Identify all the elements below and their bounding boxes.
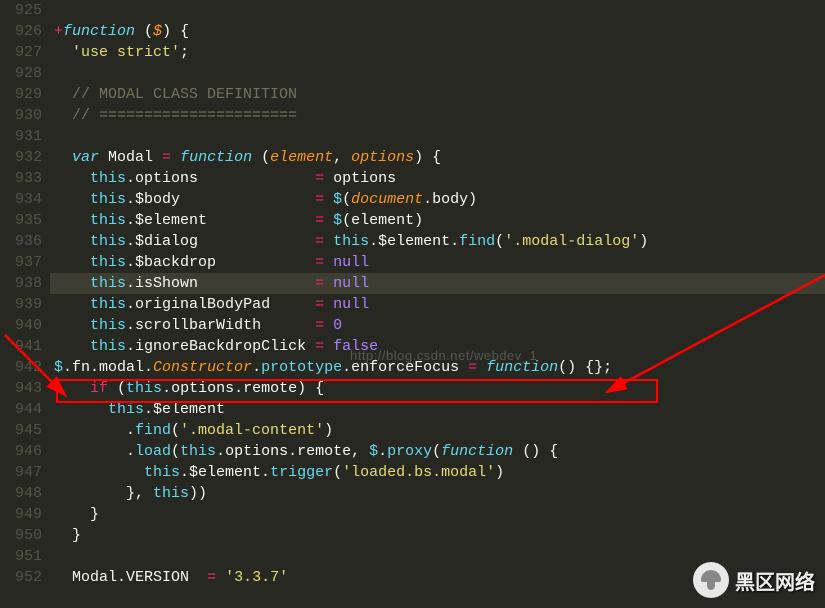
watermark-text: http://blog.csdn.net/webdev_1 (350, 348, 537, 363)
line-number: 950 (0, 525, 42, 546)
code-line[interactable]: .load(this.options.remote, $.proxy(funct… (50, 441, 825, 462)
line-number: 949 (0, 504, 42, 525)
line-number: 928 (0, 63, 42, 84)
line-number: 925 (0, 0, 42, 21)
code-line[interactable] (50, 0, 825, 21)
code-line[interactable]: .find('.modal-content') (50, 420, 825, 441)
line-number: 940 (0, 315, 42, 336)
line-number: 935 (0, 210, 42, 231)
code-line[interactable]: this.scrollbarWidth = 0 (50, 315, 825, 336)
code-line[interactable]: }, this)) (50, 483, 825, 504)
line-number: 945 (0, 420, 42, 441)
code-line[interactable]: this.isShown = null (50, 273, 825, 294)
code-line[interactable]: this.$body = $(document.body) (50, 189, 825, 210)
code-line[interactable]: +function ($) { (50, 21, 825, 42)
line-number: 931 (0, 126, 42, 147)
line-number: 930 (0, 105, 42, 126)
code-line[interactable]: this.$element.trigger('loaded.bs.modal') (50, 462, 825, 483)
line-number: 951 (0, 546, 42, 567)
code-line[interactable]: // ====================== (50, 105, 825, 126)
line-number: 942 (0, 357, 42, 378)
code-line[interactable]: } (50, 525, 825, 546)
line-number: 943 (0, 378, 42, 399)
code-editor[interactable]: 9259269279289299309319329339349359369379… (0, 0, 825, 588)
code-area[interactable]: http://blog.csdn.net/webdev_1 +function … (50, 0, 825, 588)
code-line[interactable]: this.options = options (50, 168, 825, 189)
code-line[interactable]: this.$dialog = this.$element.find('.moda… (50, 231, 825, 252)
mushroom-icon (693, 562, 729, 598)
line-number: 952 (0, 567, 42, 588)
brand-text: 黑区网络 (735, 566, 815, 595)
code-line[interactable]: } (50, 504, 825, 525)
line-number: 948 (0, 483, 42, 504)
code-line[interactable]: 'use strict'; (50, 42, 825, 63)
line-number: 938 (0, 273, 42, 294)
line-number: 929 (0, 84, 42, 105)
line-number: 927 (0, 42, 42, 63)
line-number: 933 (0, 168, 42, 189)
code-line[interactable]: this.$element (50, 399, 825, 420)
line-number: 926 (0, 21, 42, 42)
line-number: 936 (0, 231, 42, 252)
code-line[interactable]: if (this.options.remote) { (50, 378, 825, 399)
code-line[interactable]: // MODAL CLASS DEFINITION (50, 84, 825, 105)
code-line[interactable] (50, 63, 825, 84)
code-line[interactable]: this.originalBodyPad = null (50, 294, 825, 315)
line-number: 946 (0, 441, 42, 462)
line-number: 932 (0, 147, 42, 168)
brand-logo: 黑区网络 (693, 562, 815, 598)
line-number: 941 (0, 336, 42, 357)
line-number: 947 (0, 462, 42, 483)
line-number: 939 (0, 294, 42, 315)
code-line[interactable]: var Modal = function (element, options) … (50, 147, 825, 168)
code-line[interactable] (50, 126, 825, 147)
code-line[interactable]: this.$element = $(element) (50, 210, 825, 231)
line-number-gutter: 9259269279289299309319329339349359369379… (0, 0, 50, 588)
line-number: 944 (0, 399, 42, 420)
line-number: 934 (0, 189, 42, 210)
line-number: 937 (0, 252, 42, 273)
code-line[interactable]: this.$backdrop = null (50, 252, 825, 273)
